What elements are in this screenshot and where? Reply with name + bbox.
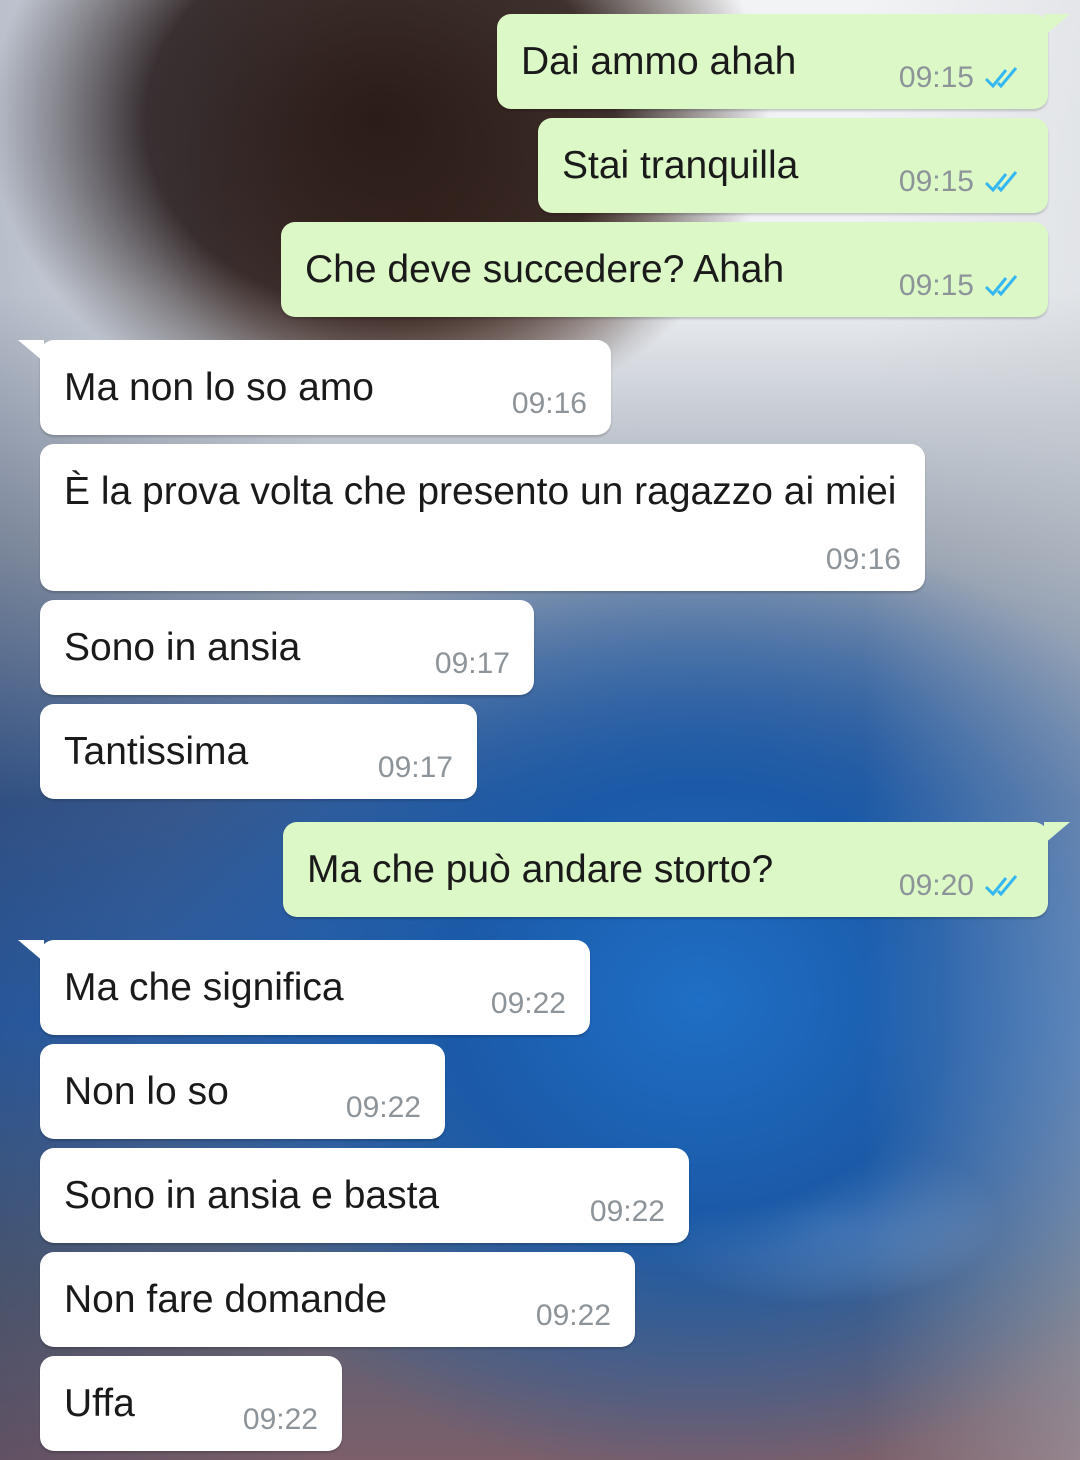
message-bubble-incoming[interactable]: È la prova volta che presento un ragazzo… xyxy=(40,444,925,591)
double-check-read-icon xyxy=(984,273,1024,299)
message-bubble-incoming[interactable]: Uffa 09:22 xyxy=(40,1356,342,1451)
message-time: 09:22 xyxy=(242,1403,318,1436)
message-text: Non fare domande xyxy=(64,1278,388,1321)
message-time: 09:17 xyxy=(377,751,453,784)
message-bubble-incoming[interactable]: Sono in ansia e basta 09:22 xyxy=(40,1148,689,1243)
message-time: 09:20 xyxy=(898,869,974,902)
message-text: Ma non lo so amo xyxy=(64,366,375,409)
message-time: 09:16 xyxy=(511,387,587,420)
message-bubble-incoming[interactable]: Non fare domande 09:22 xyxy=(40,1252,635,1347)
message-bubble-outgoing[interactable]: Stai tranquilla 09:15 xyxy=(538,118,1048,213)
message-bubble-incoming[interactable]: Sono in ansia 09:17 xyxy=(40,600,534,695)
message-bubble-incoming[interactable]: Tantissima 09:17 xyxy=(40,704,477,799)
message-bubble-incoming[interactable]: Ma che significa 09:22 xyxy=(18,940,590,1035)
message-bubble-outgoing[interactable]: Ma che può andare storto? 09:20 xyxy=(283,822,1070,917)
message-time: 09:22 xyxy=(535,1299,611,1332)
message-text: È la prova volta che presento un ragazzo… xyxy=(64,470,897,513)
message-time: 09:22 xyxy=(345,1091,421,1124)
message-time: 09:17 xyxy=(434,647,510,680)
message-time: 09:15 xyxy=(898,165,974,198)
double-check-read-icon xyxy=(984,169,1024,195)
message-time: 09:22 xyxy=(490,987,566,1020)
message-bubble-incoming[interactable]: Ma non lo so amo 09:16 xyxy=(18,340,611,435)
double-check-read-icon xyxy=(984,873,1024,899)
message-time: 09:22 xyxy=(589,1195,665,1228)
message-bubble-outgoing[interactable]: Che deve succedere? Ahah 09:15 xyxy=(281,222,1048,317)
double-check-read-icon xyxy=(984,65,1024,91)
message-bubble-incoming[interactable]: Non lo so 09:22 xyxy=(40,1044,445,1139)
message-time: 09:15 xyxy=(898,269,974,302)
message-text: Sono in ansia e basta xyxy=(64,1174,440,1217)
message-bubble-outgoing[interactable]: Dai ammo ahah 09:15 xyxy=(497,14,1070,109)
message-time: 09:15 xyxy=(898,61,974,94)
message-time: 09:16 xyxy=(825,543,901,576)
